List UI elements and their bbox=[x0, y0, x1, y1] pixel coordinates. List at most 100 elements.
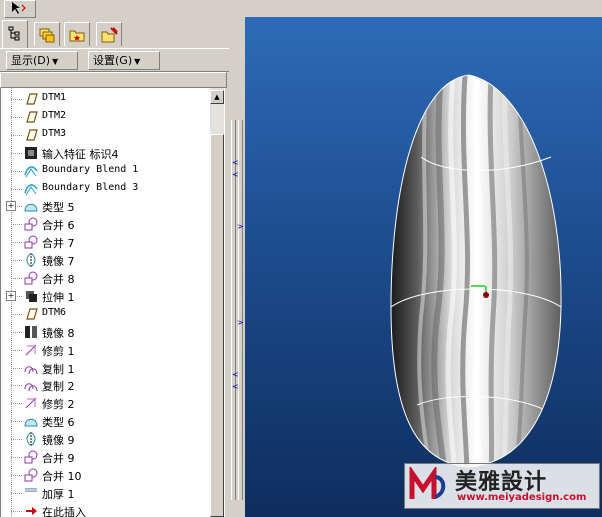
expand-icon[interactable]: + bbox=[6, 201, 16, 212]
tree-connector bbox=[11, 188, 22, 190]
tree-item-label: 镜像 7 bbox=[42, 255, 75, 269]
tree-item[interactable]: DTM6 bbox=[1, 305, 211, 323]
tree-item-label: 在此插入 bbox=[42, 505, 86, 517]
collapse-left-icon[interactable]: < bbox=[232, 382, 239, 391]
watermark-url: www.meiyadesign.com bbox=[457, 492, 587, 503]
tree-connector bbox=[11, 510, 22, 512]
tree-item-label: 复制 1 bbox=[42, 362, 75, 376]
tree-item[interactable]: 合并 8 bbox=[1, 269, 211, 287]
boundary-blend-icon bbox=[23, 163, 39, 179]
merge-icon bbox=[23, 467, 39, 483]
graphics-viewport[interactable] bbox=[245, 17, 602, 517]
tree-item-label: 合并 8 bbox=[42, 273, 75, 286]
datum-plane-icon bbox=[23, 109, 39, 125]
settings-menu-key: (G) bbox=[115, 54, 133, 67]
tree-item[interactable]: 修剪 1 bbox=[1, 341, 211, 359]
tree-connector bbox=[11, 116, 22, 118]
merge-icon bbox=[23, 234, 39, 250]
tree-item[interactable]: DTM3 bbox=[1, 126, 211, 144]
tree-item[interactable]: 加厚 1 bbox=[1, 484, 211, 502]
show-menu-key: (D) bbox=[33, 54, 51, 67]
tree-item[interactable]: 镜像 8 bbox=[1, 323, 211, 341]
tree-item-label: 合并 7 bbox=[42, 237, 75, 251]
layers-icon bbox=[39, 28, 55, 43]
tree-item[interactable]: 复制 2 bbox=[1, 376, 211, 394]
merge-icon bbox=[23, 270, 39, 286]
tree-connector bbox=[11, 152, 22, 154]
tree-connector bbox=[11, 331, 22, 333]
scroll-up-button[interactable]: ▲ bbox=[210, 90, 224, 104]
tree-item-label: DTM3 bbox=[42, 127, 67, 139]
panel-splitter[interactable]: < < > > < < bbox=[229, 0, 245, 517]
splitter-grip bbox=[238, 120, 243, 500]
tree-item-label: 镜像 9 bbox=[42, 434, 75, 448]
tab-favorites[interactable] bbox=[96, 22, 122, 46]
tree-item[interactable]: 镜像 9 bbox=[1, 430, 211, 448]
tree-menubar: 显示(D) ▼ 设置(G) ▼ bbox=[0, 48, 229, 72]
tab-folder[interactable] bbox=[64, 22, 90, 46]
tree-vertical-scrollbar[interactable]: ▲ bbox=[210, 88, 224, 517]
extrude-icon bbox=[23, 288, 39, 304]
tree-connector bbox=[11, 457, 22, 458]
datum-plane-icon bbox=[23, 91, 39, 107]
select-arrow-button[interactable] bbox=[4, 0, 36, 18]
tree-item[interactable]: + 拉伸 1 bbox=[1, 287, 211, 305]
copy-icon bbox=[23, 377, 39, 393]
tree-item[interactable]: Boundary Blend 3 bbox=[1, 180, 211, 198]
import-feature-icon bbox=[23, 145, 39, 161]
surface-icon bbox=[23, 413, 39, 429]
tree-item-label: 类型 5 bbox=[42, 201, 75, 215]
settings-menu-dropdown-icon: ▼ bbox=[134, 57, 141, 66]
favorites-icon bbox=[101, 27, 118, 43]
show-menu-dropdown-icon: ▼ bbox=[52, 57, 59, 66]
datum-plane-icon bbox=[23, 306, 39, 322]
model-tree: DTM1 DTM2 DTM3 输入特征 标识4 Boundary Blend 1 Boun… bbox=[0, 88, 225, 517]
expand-right-icon[interactable]: > bbox=[237, 318, 244, 327]
tree-item[interactable]: 合并 6 bbox=[1, 215, 211, 233]
tree-item[interactable]: 在此插入 bbox=[1, 502, 211, 517]
egg-surface-model[interactable] bbox=[245, 17, 602, 517]
tree-connector bbox=[11, 224, 22, 226]
tree-connector bbox=[11, 313, 22, 315]
boundary-blend-icon bbox=[23, 181, 39, 197]
tree-item[interactable]: 镜像 7 bbox=[1, 251, 211, 269]
tree-connector bbox=[11, 242, 22, 244]
settings-menu-button[interactable]: 设置(G) ▼ bbox=[88, 51, 160, 70]
tree-item-label: 合并 6 bbox=[42, 219, 75, 233]
tree-connector bbox=[11, 474, 22, 476]
tree-item[interactable]: 复制 1 bbox=[1, 359, 211, 377]
trim-icon bbox=[23, 342, 39, 358]
tree-item[interactable]: DTM2 bbox=[1, 108, 211, 126]
tree-item[interactable]: 合并 7 bbox=[1, 233, 211, 251]
tree-column-header[interactable] bbox=[0, 72, 227, 88]
collapse-left-icon[interactable]: < bbox=[232, 370, 239, 379]
scroll-thumb[interactable] bbox=[210, 134, 224, 517]
tab-layers[interactable] bbox=[34, 22, 60, 46]
tree-item-label: DTM2 bbox=[42, 109, 67, 121]
folder-icon bbox=[69, 30, 85, 42]
tree-connector bbox=[11, 492, 22, 494]
tree-item-label: Boundary Blend 1 bbox=[42, 163, 139, 175]
tree-connector bbox=[11, 278, 22, 279]
tree-item[interactable]: Boundary Blend 1 bbox=[1, 162, 211, 180]
tree-item-label: Boundary Blend 3 bbox=[42, 181, 139, 193]
tree-item[interactable]: 合并 9 bbox=[1, 448, 211, 466]
show-menu-button[interactable]: 显示(D) ▼ bbox=[6, 51, 78, 70]
mirror-icon bbox=[23, 431, 39, 447]
tree-connector bbox=[11, 439, 22, 441]
tree-item[interactable]: + 类型 5 bbox=[1, 197, 211, 215]
expand-icon[interactable]: + bbox=[6, 290, 16, 301]
top-toolbar bbox=[0, 0, 40, 18]
tree-connector bbox=[11, 260, 22, 262]
tree-item[interactable]: 类型 6 bbox=[1, 412, 211, 430]
tree-item[interactable]: 合并 10 bbox=[1, 466, 211, 484]
tab-model-tree[interactable] bbox=[2, 20, 28, 48]
merge-icon bbox=[23, 216, 39, 232]
collapse-left-icon[interactable]: < bbox=[232, 170, 239, 179]
tree-item[interactable]: 输入特征 标识4 bbox=[1, 144, 211, 162]
trim-icon bbox=[23, 395, 39, 411]
tree-item[interactable]: DTM1 bbox=[1, 90, 211, 108]
collapse-left-icon[interactable]: < bbox=[232, 158, 239, 167]
tree-item[interactable]: 修剪 2 bbox=[1, 394, 211, 412]
expand-right-icon[interactable]: > bbox=[237, 222, 244, 231]
